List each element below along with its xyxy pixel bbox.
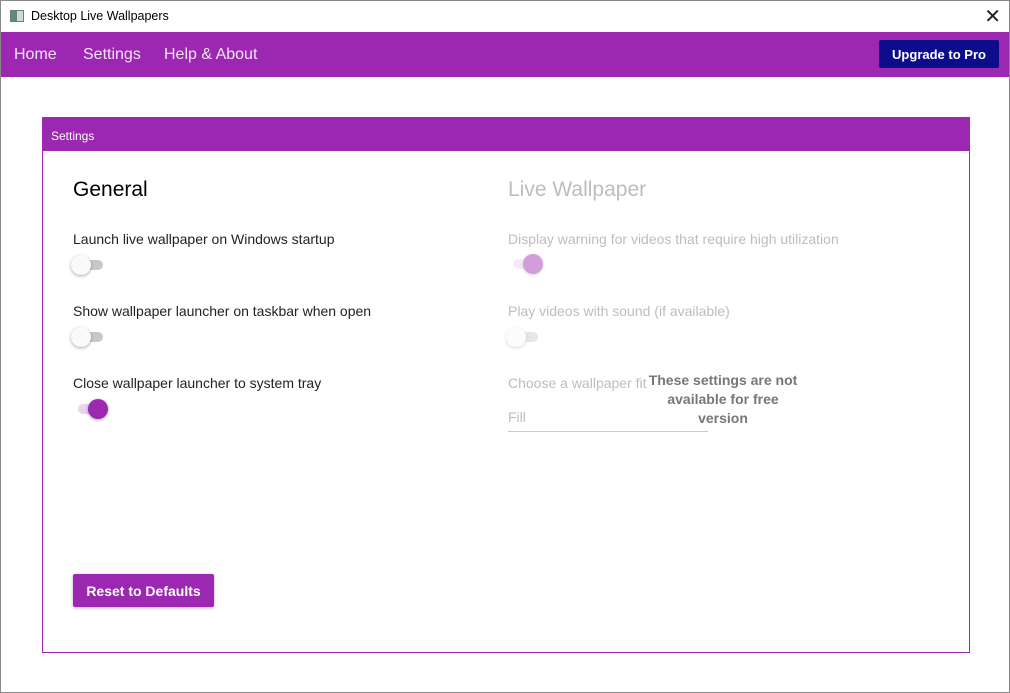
upgrade-button[interactable]: Upgrade to Pro [879, 40, 999, 68]
nav-settings[interactable]: Settings [83, 46, 141, 64]
app-icon [10, 10, 24, 22]
taskbar-label: Show wallpaper launcher on taskbar when … [73, 303, 372, 319]
tray-toggle[interactable] [74, 399, 108, 419]
startup-toggle[interactable] [71, 255, 105, 275]
warning-toggle[interactable] [509, 254, 543, 274]
general-heading: General [73, 178, 148, 201]
title-bar: Desktop Live Wallpapers ✕ [1, 1, 1009, 32]
reset-defaults-button[interactable]: Reset to Defaults [73, 574, 214, 607]
nav-help-about[interactable]: Help & About [164, 46, 257, 64]
panel-title: Settings [43, 118, 969, 151]
window-title: Desktop Live Wallpapers [31, 9, 169, 23]
warning-label: Display warning for videos that require … [508, 231, 839, 247]
nav-home[interactable]: Home [14, 46, 57, 64]
close-icon[interactable]: ✕ [984, 4, 1001, 29]
live-wallpaper-heading: Live Wallpaper [508, 178, 647, 201]
startup-label: Launch live wallpaper on Windows startup [73, 231, 335, 247]
taskbar-toggle[interactable] [71, 327, 105, 347]
sound-label: Play videos with sound (if available) [508, 303, 730, 319]
fit-label: Choose a wallpaper fit [508, 375, 647, 391]
pro-notice: These settings are not available for fre… [648, 372, 798, 426]
nav-bar: Home Settings Help & About Upgrade to Pr… [1, 32, 1009, 77]
settings-panel: Settings General Launch live wallpaper o… [42, 117, 970, 653]
sound-toggle[interactable] [506, 327, 540, 347]
tray-label: Close wallpaper launcher to system tray [73, 375, 322, 391]
